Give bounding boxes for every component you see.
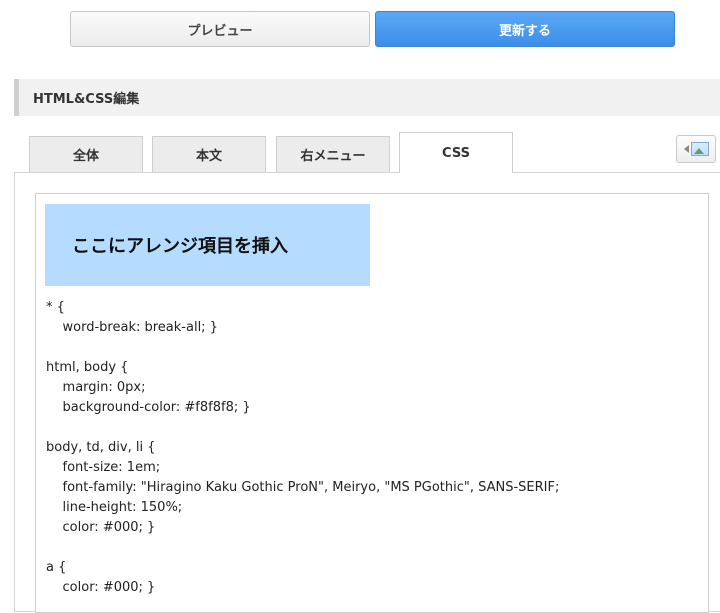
code-line: line-height: 150%; [46, 500, 183, 515]
code-line: a { [46, 560, 67, 575]
code-line: * { [46, 300, 65, 315]
tab-css[interactable]: CSS [399, 132, 513, 173]
code-line: background-color: #f8f8f8; } [46, 400, 251, 415]
tab-all[interactable]: 全体 [29, 136, 143, 172]
insert-image-button[interactable] [676, 135, 716, 163]
code-area[interactable]: * { word-break: break-all; } html, body {… [46, 298, 704, 598]
tab-body[interactable]: 本文 [152, 136, 266, 172]
update-button[interactable]: 更新する [375, 11, 675, 47]
tab-right-menu[interactable]: 右メニュー [276, 136, 390, 172]
code-line: word-break: break-all; } [46, 320, 218, 335]
code-line: font-size: 1em; [46, 460, 161, 475]
banner-text: ここにアレンジ項目を挿入 [72, 236, 288, 257]
code-line: color: #000; } [46, 520, 156, 535]
code-line: font-family: "Hiragino Kaku Gothic ProN"… [46, 480, 560, 495]
arrange-banner: ここにアレンジ項目を挿入 [45, 204, 370, 286]
section-header: HTML&CSS編集 [14, 79, 720, 116]
arrow-left-icon [683, 145, 689, 153]
insert-image-icon [690, 142, 709, 156]
section-title: HTML&CSS編集 [33, 92, 140, 107]
code-line: body, td, div, li { [46, 440, 156, 455]
code-line: margin: 0px; [46, 380, 146, 395]
css-editor[interactable]: ここにアレンジ項目を挿入 * { word-break: break-all; … [35, 193, 709, 613]
code-line: html, body { [46, 360, 129, 375]
code-line: color: #000; } [46, 580, 156, 595]
preview-button[interactable]: プレビュー [70, 11, 370, 47]
